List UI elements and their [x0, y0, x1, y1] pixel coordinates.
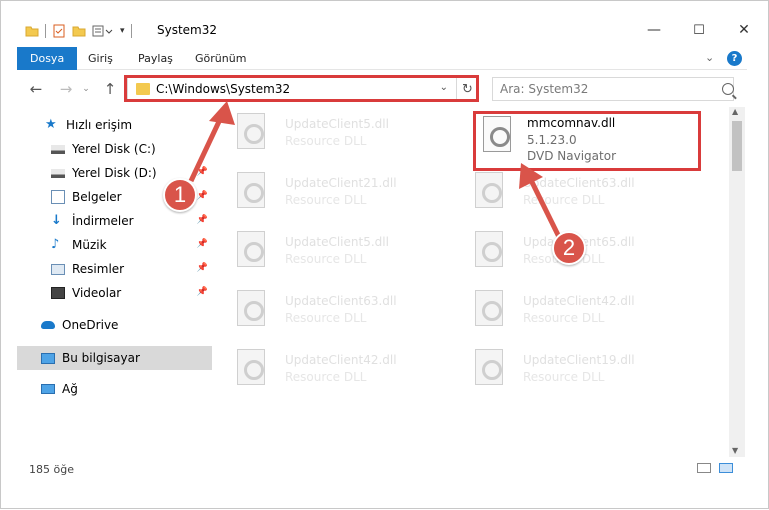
arrow-2-line: [526, 174, 564, 243]
arrow-1-line: [188, 111, 226, 183]
explorer-window: ▾ System32 — ☐ ✕ Dosya Giriş Paylaş Görü…: [0, 0, 769, 509]
step-2-badge: 2: [552, 231, 586, 265]
step-1-badge: 1: [163, 178, 197, 212]
annotation-arrows: [188, 101, 564, 243]
arrow-1-head: [209, 101, 235, 125]
